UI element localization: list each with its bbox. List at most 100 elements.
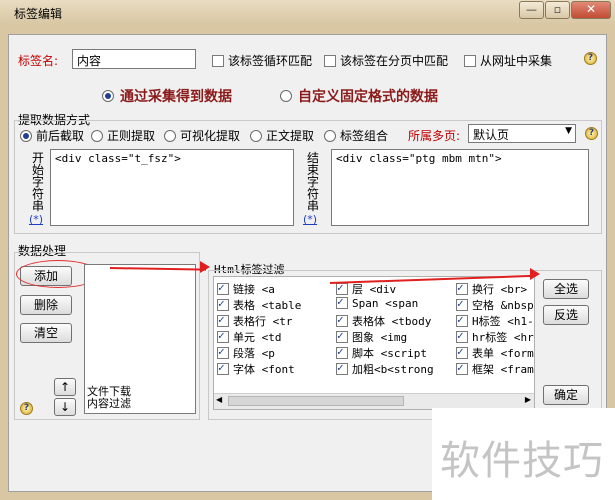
tag-name-input[interactable]: 内容 [72, 49, 196, 69]
mode-collect-dot[interactable] [102, 90, 114, 102]
maximize-button[interactable]: ▫ [545, 1, 570, 19]
close-button[interactable]: ✕ [571, 1, 611, 19]
from-url-box[interactable] [464, 55, 476, 67]
filter-item[interactable]: 表格行 <tr [217, 313, 293, 329]
invert-selection-button[interactable]: 反选 [543, 305, 589, 325]
filter-label: 单元 <td [233, 331, 282, 344]
filter-item[interactable]: 表单 <form [456, 345, 534, 361]
filter-label: 框架 <fram [472, 363, 534, 376]
filter-checkbox[interactable] [336, 313, 348, 327]
method-label-3: 正文提取 [266, 129, 315, 143]
filter-item[interactable]: Span <span [336, 295, 419, 310]
clear-button[interactable]: 清空 [20, 323, 72, 343]
start-star-link[interactable]: (*) [29, 213, 43, 226]
filter-item[interactable]: 表格 <table [217, 297, 301, 313]
filter-checkbox[interactable] [456, 297, 468, 311]
filter-item[interactable]: 表格体 <tbody [336, 313, 431, 329]
method-radio-1[interactable]: 正则提取 [91, 127, 155, 144]
method-radio-3[interactable]: 正文提取 [250, 127, 314, 144]
filter-checkbox[interactable] [217, 361, 229, 375]
tag-name-label: 标签名: [18, 54, 59, 68]
method-dot-1[interactable] [91, 130, 103, 142]
filter-checkbox[interactable] [456, 329, 468, 343]
mode-custom-radio[interactable]: 自定义固定格式的数据 [280, 86, 438, 106]
method-radio-4[interactable]: 标签组合 [324, 127, 388, 144]
filter-checkbox[interactable] [456, 345, 468, 359]
filter-checkbox[interactable] [217, 297, 229, 311]
filter-checkbox[interactable] [336, 295, 348, 309]
processing-list[interactable]: 文件下载 内容过滤 [84, 264, 196, 414]
delete-button[interactable]: 删除 [20, 295, 72, 315]
filter-label: 表格 <table [233, 299, 302, 312]
filter-item[interactable]: 脚本 <script [336, 345, 427, 361]
filter-item[interactable]: H标签 <h1- [456, 313, 534, 329]
start-string-label: 开始字符串 [31, 151, 44, 213]
page-match-box[interactable] [324, 55, 336, 67]
scroll-right-icon[interactable]: ▶ [525, 395, 531, 404]
filter-label: 空格 &nbsp [472, 299, 534, 312]
filter-checkbox[interactable] [336, 329, 348, 343]
confirm-button[interactable]: 确定 [543, 385, 589, 405]
filter-checkbox[interactable] [217, 313, 229, 327]
filter-item[interactable]: 图象 <img [336, 329, 407, 345]
filter-checkbox[interactable] [336, 345, 348, 359]
filter-item[interactable]: 加粗<b<strong [336, 361, 434, 377]
filter-checkbox[interactable] [336, 361, 348, 375]
move-up-button[interactable]: ↑ [54, 378, 76, 396]
start-string-textarea[interactable]: <div class="t_fsz"> [50, 149, 294, 226]
loop-match-label: 该标签循环匹配 [228, 54, 313, 68]
from-url-checkbox[interactable]: 从网址中采集 [464, 52, 552, 69]
method-radio-2[interactable]: 可视化提取 [164, 127, 240, 144]
mode-custom-label: 自定义固定格式的数据 [298, 89, 438, 105]
filter-item[interactable]: 段落 <p [217, 345, 275, 361]
filter-checkbox[interactable] [217, 329, 229, 343]
method-dot-4[interactable] [324, 130, 336, 142]
method-dot-0[interactable] [20, 130, 32, 142]
page-select-value: 默认页 [473, 128, 510, 142]
filter-item[interactable]: 框架 <fram [456, 361, 534, 377]
loop-match-checkbox[interactable]: 该标签循环匹配 [212, 52, 312, 69]
filter-item[interactable]: 换行 <br> [456, 281, 527, 297]
mode-collect-radio[interactable]: 通过采集得到数据 [102, 86, 232, 106]
horizontal-scrollbar[interactable]: ◀ ▶ [214, 393, 534, 409]
method-label-4: 标签组合 [340, 129, 389, 143]
arrow-head-icon [530, 268, 540, 280]
method-dot-2[interactable] [164, 130, 176, 142]
watermark-text: 软件技巧 [440, 438, 604, 484]
filter-label: 换行 <br> [472, 283, 528, 296]
scroll-left-icon[interactable]: ◀ [216, 395, 222, 404]
filter-checkbox[interactable] [217, 281, 229, 295]
filter-label: 层 <div [352, 283, 397, 296]
select-all-button[interactable]: 全选 [543, 279, 589, 299]
method-dot-3[interactable] [250, 130, 262, 142]
filter-checkbox[interactable] [456, 313, 468, 327]
page-match-label: 该标签在分页中匹配 [340, 54, 449, 68]
filter-checkbox[interactable] [217, 345, 229, 359]
filter-checkbox[interactable] [456, 361, 468, 375]
loop-match-box[interactable] [212, 55, 224, 67]
minimize-button[interactable]: — [519, 1, 544, 19]
scroll-thumb[interactable] [228, 396, 404, 406]
filter-checkbox[interactable] [336, 281, 348, 295]
help-icon[interactable]: ? [584, 52, 597, 65]
filter-item[interactable]: 单元 <td [217, 329, 282, 345]
help-icon-extract[interactable]: ? [585, 127, 598, 140]
filter-item[interactable]: 空格 &nbsp [456, 297, 534, 313]
filter-item[interactable]: 字体 <font [217, 361, 295, 377]
window-title: 标签编辑 [14, 7, 63, 21]
page-select[interactable]: 默认页 ▼ [468, 124, 576, 143]
html-filter-list[interactable]: 链接 <a 表格 <table 表格行 <tr 单元 <td 段落 <p 字体 … [213, 276, 535, 410]
filter-item[interactable]: hr标签 <hr [456, 329, 534, 345]
filter-item[interactable]: 链接 <a [217, 281, 275, 297]
move-down-button[interactable]: ↓ [54, 398, 76, 416]
end-star-link[interactable]: (*) [303, 213, 317, 226]
help-icon-processing[interactable]: ? [20, 402, 33, 415]
end-string-textarea[interactable]: <div class="ptg mbm mtn"> [331, 149, 589, 226]
list-item[interactable]: 内容过滤 [87, 398, 131, 410]
filter-label: Span <span [352, 297, 419, 310]
page-match-checkbox[interactable]: 该标签在分页中匹配 [324, 52, 448, 69]
mode-collect-label: 通过采集得到数据 [120, 89, 232, 105]
method-radio-0[interactable]: 前后截取 [20, 127, 84, 144]
filter-checkbox[interactable] [456, 281, 468, 295]
mode-custom-dot[interactable] [280, 90, 292, 102]
